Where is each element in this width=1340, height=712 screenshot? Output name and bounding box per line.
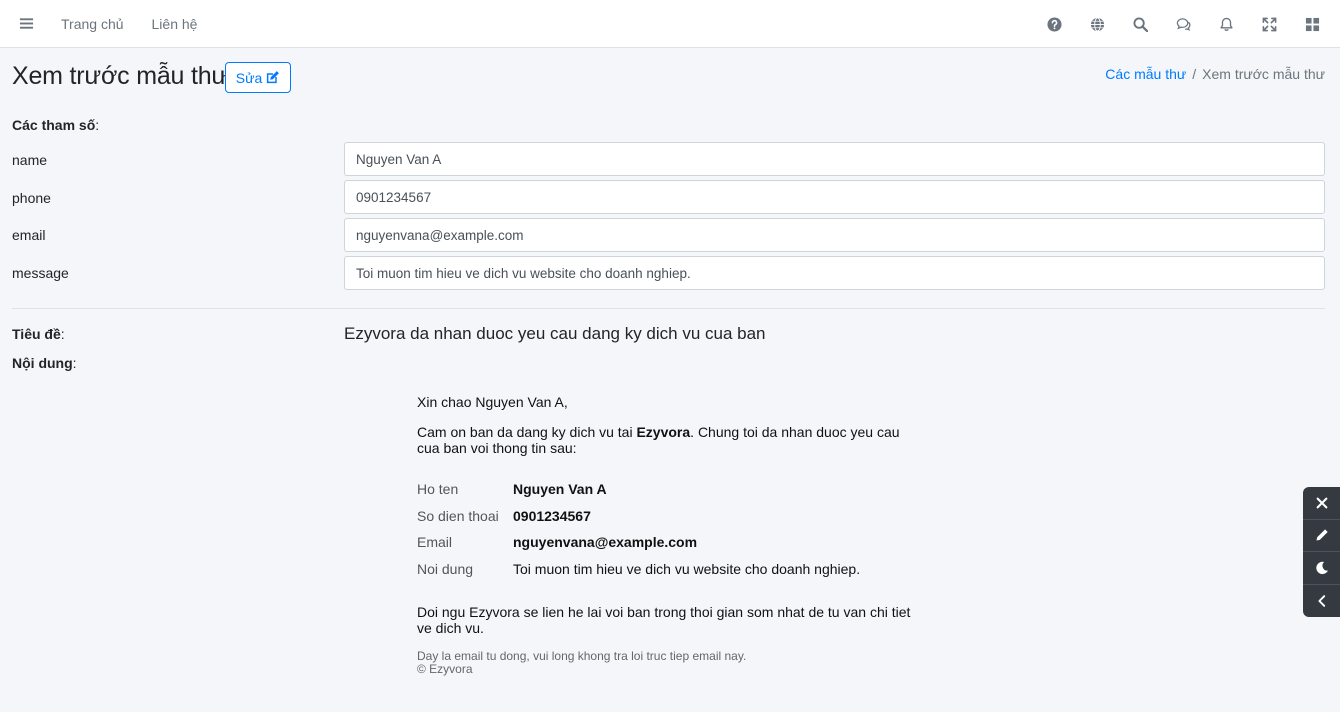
- edit-icon: [267, 71, 280, 84]
- breadcrumb-templates-link[interactable]: Các mẫu thư: [1105, 66, 1186, 82]
- param-input-message[interactable]: [344, 256, 1325, 290]
- expand-icon[interactable]: [1248, 0, 1291, 48]
- info-value: Nguyen Van A: [513, 481, 607, 498]
- subject-label: Tiêu đề:: [12, 326, 65, 342]
- menu-toggle-icon[interactable]: [0, 0, 52, 48]
- param-input-name[interactable]: [344, 142, 1325, 176]
- nav-link-contact[interactable]: Liên hệ: [138, 0, 212, 48]
- breadcrumb-current: Xem trước mẫu thư: [1202, 66, 1325, 82]
- param-label-name: name: [12, 152, 48, 168]
- info-value: 0901234567: [513, 507, 591, 524]
- info-key: Ho ten: [417, 481, 459, 498]
- nav-link-home[interactable]: Trang chủ: [52, 0, 138, 48]
- bell-icon[interactable]: [1205, 0, 1248, 48]
- edit-button[interactable]: Sửa: [225, 62, 291, 93]
- email-brand: Ezyvora: [636, 424, 691, 440]
- breadcrumb: Các mẫu thư / Xem trước mẫu thư: [1105, 66, 1325, 82]
- breadcrumb-separator: /: [1192, 66, 1197, 82]
- top-navbar: Trang chủ Liên hệ: [0, 0, 1340, 48]
- info-value: nguyenvana@example.com: [513, 534, 698, 551]
- table-row: Ho ten Nguyen Van A: [417, 476, 860, 503]
- email-preview: Xin chao Nguyen Van A, Cam on ban da dan…: [417, 394, 917, 676]
- param-input-phone[interactable]: [344, 180, 1325, 214]
- grid-icon[interactable]: [1291, 0, 1334, 48]
- close-icon[interactable]: [1303, 487, 1340, 520]
- email-footer: Day la email tu dong, vui long khong tra…: [417, 650, 917, 676]
- subject-value: Ezyvora da nhan duoc yeu cau dang ky dic…: [344, 324, 766, 343]
- info-key: Noi dung: [417, 560, 474, 577]
- table-row: Noi dung Toi muon tim hieu ve dich vu we…: [417, 556, 860, 583]
- email-footer-notice: Day la email tu dong, vui long khong tra…: [417, 649, 747, 663]
- info-value: Toi muon tim hieu ve dich vu website cho…: [513, 560, 861, 577]
- moon-icon[interactable]: [1303, 552, 1340, 585]
- email-greeting: Xin chao Nguyen Van A,: [417, 394, 568, 410]
- pencil-icon[interactable]: [1303, 520, 1340, 552]
- globe-icon[interactable]: [1076, 0, 1119, 48]
- question-circle-icon[interactable]: [1033, 0, 1076, 48]
- email-footer-copyright: © Ezyvora: [417, 662, 473, 676]
- edit-button-label: Sửa: [235, 69, 263, 86]
- content-label: Nội dung:: [12, 355, 77, 371]
- comments-icon[interactable]: [1162, 0, 1205, 48]
- info-key: So dien thoai: [417, 507, 499, 524]
- email-info-table: Ho ten Nguyen Van A So dien thoai 090123…: [417, 476, 860, 582]
- param-label-email: email: [12, 227, 46, 243]
- param-label-message: message: [12, 265, 69, 281]
- param-label-phone: phone: [12, 190, 51, 206]
- chevron-left-icon[interactable]: [1303, 585, 1340, 618]
- table-row: So dien thoai 0901234567: [417, 503, 860, 530]
- param-input-email[interactable]: [344, 218, 1325, 252]
- params-heading: Các tham số:: [12, 117, 100, 133]
- search-icon[interactable]: [1119, 0, 1162, 48]
- info-key: Email: [417, 534, 453, 551]
- email-thanks: Cam on ban da dang ky dich vu tai Ezyvor…: [417, 424, 900, 456]
- section-divider: [12, 308, 1325, 309]
- table-row: Email nguyenvana@example.com: [417, 529, 860, 556]
- email-closing: Doi ngu Ezyvora se lien he lai voi ban t…: [417, 604, 911, 636]
- floating-tool-panel: [1303, 487, 1340, 617]
- page-title: Xem trước mẫu thư: [12, 62, 228, 90]
